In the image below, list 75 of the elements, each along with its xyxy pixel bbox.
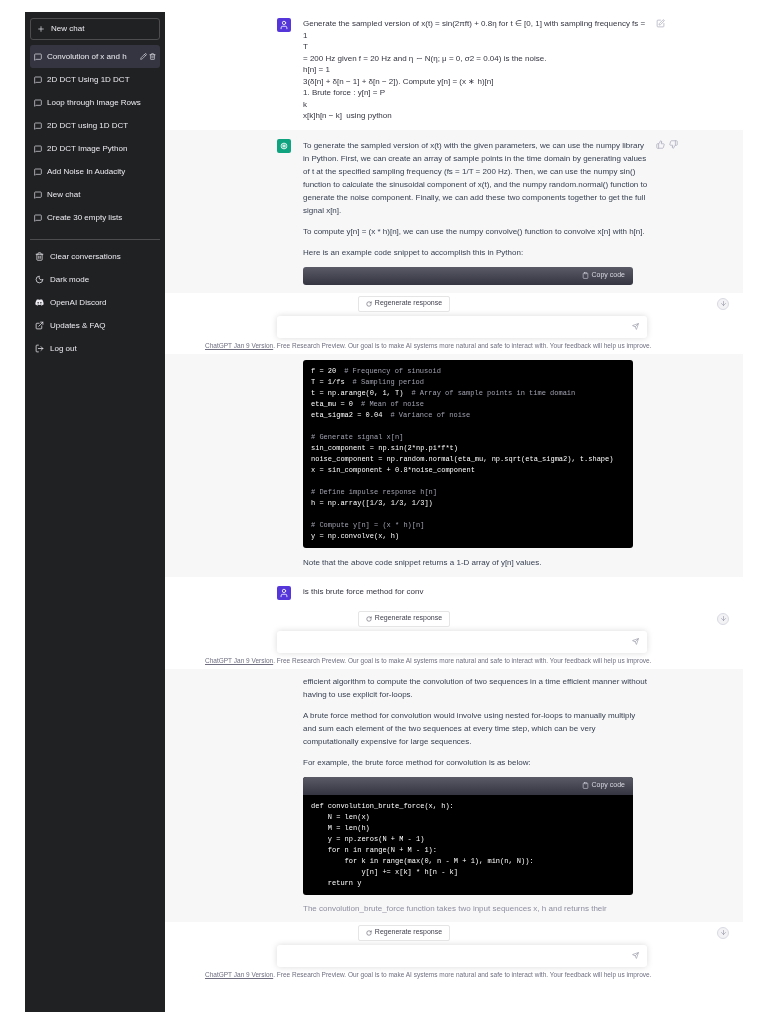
chat-icon [34,75,42,84]
message-text: h[n] = 1 [303,64,330,76]
thumbs-up-icon[interactable] [656,139,665,149]
message-text: k [303,98,307,110]
clipboard-icon [581,782,589,789]
trash-icon[interactable] [149,53,156,60]
clipboard-icon [581,272,589,279]
message-text: T [303,41,308,53]
scroll-down-icon[interactable] [717,297,729,310]
chat-icon [34,98,42,107]
message-input[interactable] [277,315,647,338]
external-link-icon [35,321,44,330]
chat-icon [34,121,42,130]
menu-label: OpenAI Discord [50,296,107,309]
chat-icon [34,144,42,153]
conversation-title: 2D DCT Image Python [47,142,128,155]
message-text: 3(δ[n] + δ[n − 1] + δ[n − 2]). Compute y[n] = (x ∗ h)[n] [303,75,494,87]
faded-paragraph: The convolution_brute_force function takes two input sequences x, h and returns their [303,902,608,914]
scroll-down-icon[interactable] [717,612,729,625]
message-input[interactable] [277,630,647,653]
message-paragraph: To generate the sampled version of x(t) with the given parameters, we can use the numpy library in Python. First, we can create an array of sample points in the time domain by generating values of t at the specified sampling frequency (fs = 1/T = 200 Hz). Then, we can use the numpy sin() function to calculate the sinusoidal component of x(t), and the numpy random.normal() function to generate the noise component. Finally, we can add these two components together to get the full signal x[n]. [303,139,648,217]
thumbs-down-icon[interactable] [669,139,678,149]
plus-icon [37,25,45,33]
new-chat-button[interactable]: New chat [30,18,160,40]
trash-icon [35,252,44,261]
conversation-title: Add Noise In Audacity [47,165,126,178]
message-text: x[k]h[n − k] using python [303,110,392,122]
menu-label: Log out [50,342,77,355]
chat-icon [34,190,42,199]
message-paragraph: Note that the above code snippet returns a 1-D array of y[n] values. [303,556,543,569]
discord-icon [35,298,44,307]
chat-icon [34,52,42,61]
message-paragraph: For example, the brute force method for convolution is as below: [303,756,532,769]
message-paragraph: efficient algorithm to compute the convolution of two sequences in a time efficient manner without having to use explicit for-loops. [303,675,648,701]
message-paragraph: A brute force method for convolution would involve using nested for-loops to manually multiply and sum each element of the two sequences at every time step, which can be very computationally expensive for large sequences. [303,709,637,748]
conversation-item[interactable]: Create 30 empty lists [30,206,160,229]
chat-icon [34,213,42,222]
conversation-item[interactable]: Loop through Image Rows [30,91,160,114]
chat-icon [34,167,42,176]
logout-icon [35,344,44,353]
message-text: 1. Brute force : y[n] = P [303,87,386,99]
conversation-title: 2D DCT Using 1D DCT [47,73,130,86]
scroll-down-icon[interactable] [717,926,729,939]
conversation-title: 2D DCT using 1D DCT [47,119,129,132]
send-icon[interactable] [632,638,639,645]
conversation-item[interactable]: 2D DCT using 1D DCT [30,114,160,137]
sidebar-menu-item[interactable]: Log out [30,337,160,360]
message-text: Generate the sampled version of x(t) = sin(2πft) + 0.8η for t ∈ [0, 1] with sampling frequency fs = 1 [303,18,647,41]
moon-icon [35,275,44,284]
conversation-title: New chat [47,188,81,201]
sidebar-menu-item[interactable]: Clear conversations [30,245,160,268]
message-input[interactable] [277,944,647,967]
conversation-item[interactable]: 2D DCT Image Python [30,137,160,160]
send-icon[interactable] [632,323,639,330]
sidebar-menu-item[interactable]: Dark mode [30,268,160,291]
menu-label: Clear conversations [50,250,121,263]
conversation-item[interactable]: Add Noise In Audacity [30,160,160,183]
conversation-item[interactable]: 2D DCT Using 1D DCT [30,68,160,91]
conversation-title: Create 30 empty lists [47,211,123,224]
sidebar-menu-item[interactable]: Updates & FAQ [30,314,160,337]
send-icon[interactable] [632,952,639,959]
conversation-title: Loop through Image Rows [47,96,141,109]
sidebar-menu-item[interactable]: OpenAI Discord [30,291,160,314]
message-paragraph: To compute y[n] = (x * h)[n], we can use the numpy convolve() function to convolve x[n] with h[n]. [303,225,646,238]
message-text: is this brute force method for conv [303,585,424,597]
menu-label: Updates & FAQ [50,319,106,332]
conversation-title: Convolution of x and h [47,50,127,63]
conversation-item[interactable]: Convolution of x and h [30,45,160,68]
refresh-icon [365,300,372,307]
message-paragraph: Here is an example code snippet to accomplish this in Python: [303,246,525,259]
refresh-icon [365,929,372,936]
message-text: = 200 Hz given f = 20 Hz and η ∼ N(η; μ = 0, σ2 = 0.04) is the noise. [303,52,547,64]
conversation-item[interactable]: New chat [30,183,160,206]
refresh-icon [365,615,372,622]
menu-label: Dark mode [50,273,90,286]
